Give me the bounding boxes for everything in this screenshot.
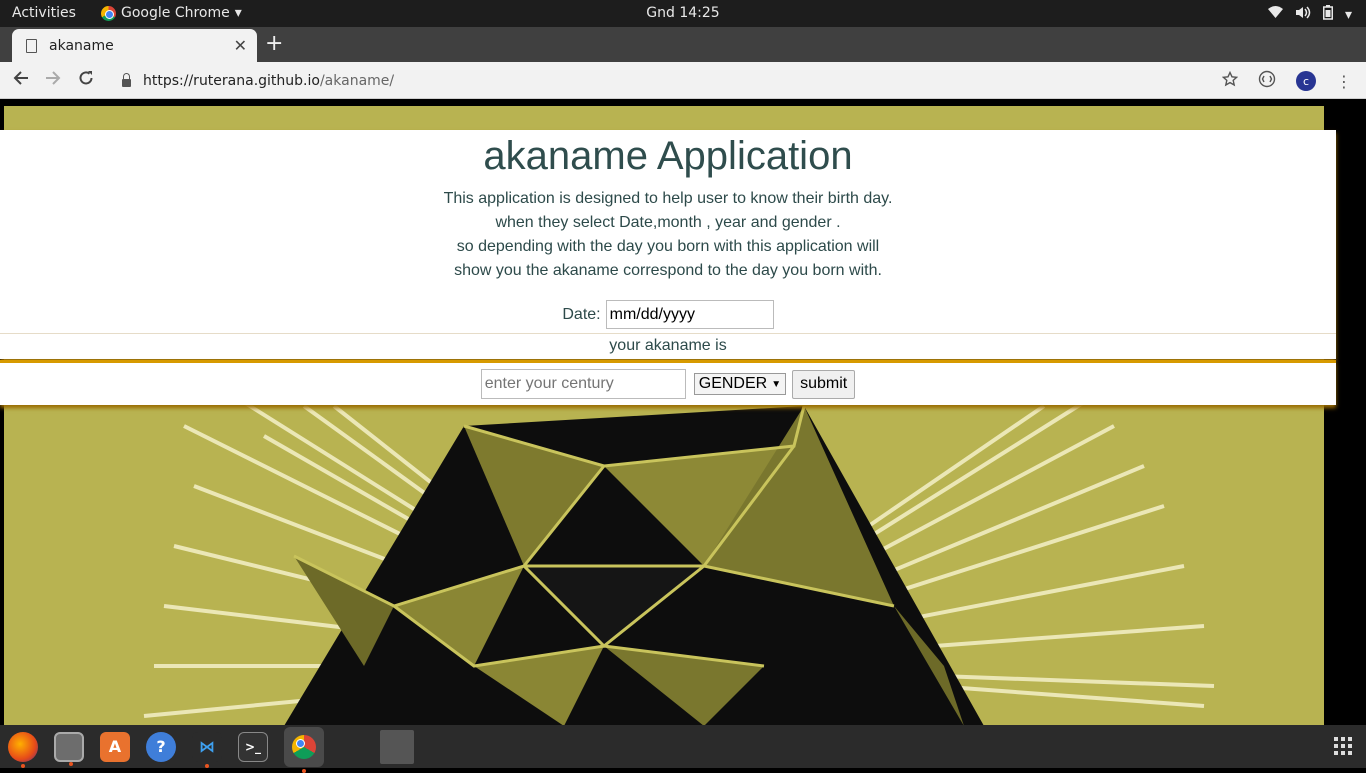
lock-icon bbox=[122, 72, 131, 87]
vscode-icon[interactable]: ⋈ bbox=[192, 731, 222, 768]
browser-tab[interactable]: akaname ✕ bbox=[12, 29, 257, 62]
browser-toolbar: https://ruterana.github.io/akaname/ c ⋮ bbox=[0, 62, 1366, 99]
window-icon[interactable] bbox=[380, 729, 414, 764]
extension-icon[interactable] bbox=[1258, 70, 1276, 92]
star-icon[interactable] bbox=[1221, 70, 1239, 91]
description-line: so depending with the day you born with … bbox=[456, 238, 880, 255]
back-icon[interactable] bbox=[12, 69, 30, 92]
page-title: akaname Application bbox=[483, 134, 853, 178]
tab-strip: akaname ✕ bbox=[0, 27, 1366, 77]
description-line: show you the akaname correspond to the d… bbox=[454, 262, 882, 279]
gender-select-value: GENDER bbox=[698, 375, 768, 392]
chrome-icon[interactable] bbox=[284, 726, 324, 773]
chrome-logo-icon bbox=[292, 734, 316, 759]
akaname-result: your akaname is bbox=[0, 333, 1336, 359]
volume-icon bbox=[1295, 6, 1311, 23]
chrome-icon bbox=[101, 5, 116, 21]
url-path: /akaname/ bbox=[319, 72, 395, 89]
close-icon[interactable]: ✕ bbox=[234, 36, 247, 55]
help-icon[interactable]: ? bbox=[146, 731, 176, 762]
app-menu[interactable]: Google Chrome ▾ bbox=[101, 5, 242, 21]
gender-select[interactable]: GENDER ▼ bbox=[693, 373, 787, 395]
new-tab-button[interactable]: + bbox=[265, 31, 283, 56]
reload-icon[interactable] bbox=[77, 69, 95, 92]
app-menu-label: Google Chrome bbox=[121, 5, 230, 21]
description-line: when they select Date,month , year and g… bbox=[495, 214, 841, 231]
submit-button[interactable]: submit bbox=[792, 369, 856, 399]
firefox-icon[interactable] bbox=[8, 731, 38, 768]
page-icon bbox=[26, 38, 37, 53]
files-icon[interactable] bbox=[54, 731, 84, 766]
terminal-icon[interactable]: >_ bbox=[238, 731, 268, 762]
page-viewport: akaname Application This application is … bbox=[0, 99, 1366, 725]
tab-title: akaname bbox=[49, 37, 114, 54]
battery-icon bbox=[1322, 5, 1333, 24]
show-applications-icon[interactable] bbox=[1334, 737, 1352, 755]
address-bar[interactable]: https://ruterana.github.io/akaname/ bbox=[110, 66, 1240, 95]
date-row: Date: bbox=[0, 300, 1336, 329]
century-input[interactable] bbox=[480, 369, 686, 399]
date-input[interactable] bbox=[605, 300, 774, 329]
system-top-bar: Activities Google Chrome ▾ Gnd 14:25 ▾ bbox=[0, 0, 1366, 27]
dock: A ? ⋈ >_ bbox=[0, 725, 1366, 773]
chevron-down-icon: ▾ bbox=[1344, 6, 1352, 23]
century-form: GENDER ▼ submit bbox=[0, 360, 1336, 405]
software-icon[interactable]: A bbox=[100, 731, 130, 762]
clock[interactable]: Gnd 14:25 bbox=[646, 5, 719, 21]
forward-icon[interactable] bbox=[44, 69, 62, 92]
wifi-icon bbox=[1267, 6, 1283, 23]
chevron-down-icon: ▾ bbox=[234, 5, 242, 21]
profile-avatar[interactable]: c bbox=[1296, 71, 1316, 91]
more-menu-icon[interactable]: ⋮ bbox=[1336, 72, 1352, 91]
date-label: Date: bbox=[562, 305, 601, 323]
activities-button[interactable]: Activities bbox=[12, 5, 76, 21]
app-card: akaname Application This application is … bbox=[0, 130, 1336, 359]
description: This application is designed to help use… bbox=[0, 187, 1336, 283]
description-line: This application is designed to help use… bbox=[443, 190, 893, 207]
chevron-down-icon: ▼ bbox=[771, 378, 782, 390]
url-domain: https://ruterana.github.io bbox=[143, 72, 320, 89]
system-tray[interactable]: ▾ bbox=[1267, 5, 1352, 24]
